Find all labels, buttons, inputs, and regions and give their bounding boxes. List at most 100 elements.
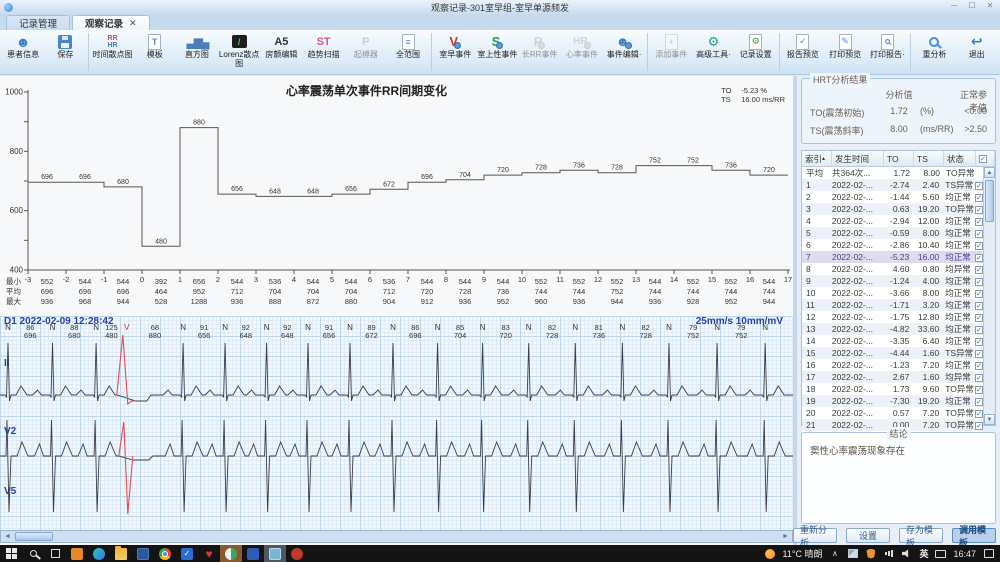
row-checkbox[interactable]: ✓ xyxy=(975,290,983,298)
row-checkbox[interactable]: ✓ xyxy=(975,206,983,214)
row-checkbox[interactable]: ✓ xyxy=(975,218,983,226)
table-row[interactable]: 32022-02-...0.6319.20TO异常✓ xyxy=(802,203,983,215)
save-template-button[interactable]: 存为模板 xyxy=(899,528,943,543)
weather-sun-icon[interactable] xyxy=(765,549,776,559)
table-row[interactable]: 182022-02-...1.739.60TO异常✓ xyxy=(802,383,983,395)
table-row[interactable]: 102022-02-...-3.668.00均正常✓ xyxy=(802,287,983,299)
v-event-button[interactable]: V室早事件 xyxy=(434,32,476,73)
table-row[interactable]: 142022-02-...-3.356.40均正常✓ xyxy=(802,335,983,347)
tab-observe-record[interactable]: 观察记录✕ xyxy=(72,15,150,30)
histogram-button[interactable]: ▃▆▄直方图 xyxy=(176,32,218,73)
table-row[interactable]: 132022-02-...-4.8233.60均正常✓ xyxy=(802,323,983,335)
column-header-0[interactable]: 索引 ▴ xyxy=(802,151,832,166)
table-row[interactable]: 22022-02-...-1.445.60均正常✓ xyxy=(802,191,983,203)
table-row[interactable]: 82022-02-...4.600.80均异常✓ xyxy=(802,263,983,275)
table-row[interactable]: 202022-02-...0.577.20TO异常✓ xyxy=(802,407,983,419)
af-edit-button[interactable]: A5房颤编辑 xyxy=(260,32,302,73)
keyboard-icon[interactable] xyxy=(935,550,946,558)
column-header-3[interactable]: TS xyxy=(914,151,944,166)
tab-record-manage[interactable]: 记录管理 xyxy=(6,15,70,30)
row-checkbox[interactable]: ✓ xyxy=(975,314,983,322)
settings-button[interactable]: 设置 xyxy=(846,528,890,543)
check-app-taskbar-icon[interactable]: ✓ xyxy=(176,545,198,562)
row-checkbox[interactable]: ✓ xyxy=(975,278,983,286)
row-checkbox[interactable]: ✓ xyxy=(975,182,983,190)
row-checkbox[interactable]: ✓ xyxy=(975,386,983,394)
row-checkbox[interactable]: ✓ xyxy=(975,230,983,238)
tab-close-icon[interactable]: ✕ xyxy=(129,18,137,29)
table-row[interactable]: 42022-02-...-2.9412.00均正常✓ xyxy=(802,215,983,227)
file-explorer-taskbar-icon[interactable] xyxy=(110,545,132,562)
table-vertical-scrollbar[interactable]: ▲ ▼ xyxy=(983,167,995,425)
save-button[interactable]: 保存 xyxy=(44,32,86,73)
close-icon[interactable]: ✕ xyxy=(984,1,996,10)
settings-button[interactable]: ⚙记录设置 xyxy=(735,32,777,73)
blue-tile-app-taskbar-icon[interactable] xyxy=(132,545,154,562)
volume-icon[interactable] xyxy=(901,549,912,558)
search-app-taskbar-icon[interactable] xyxy=(66,545,88,562)
ecg-strip[interactable]: D1 2022-02-09 12:28:42 25mm/s 10mm/mV II… xyxy=(0,316,793,530)
maximize-icon[interactable]: ☐ xyxy=(966,1,978,10)
lorenz-button[interactable]: /Lorenz散点图 xyxy=(218,32,260,73)
trend-button[interactable]: ST趋势扫描 xyxy=(302,32,344,73)
table-row[interactable]: 122022-02-...-1.7512.80均正常✓ xyxy=(802,311,983,323)
green-circle-app-taskbar-icon[interactable] xyxy=(220,545,242,562)
scrollbar-thumb[interactable] xyxy=(985,180,994,222)
print-preview-button[interactable]: ✎打印预览 xyxy=(824,32,866,73)
heart-app-taskbar-icon[interactable]: ♥ xyxy=(198,545,220,562)
reanalyze-button[interactable]: 重新分析 xyxy=(793,528,837,543)
table-row[interactable]: 112022-02-...-1.713.20均正常✓ xyxy=(802,299,983,311)
row-checkbox[interactable]: ✓ xyxy=(975,350,983,358)
load-template-button[interactable]: 调用模板 xyxy=(952,528,996,543)
clock[interactable]: 16:47 xyxy=(953,549,976,559)
reanalyze-button[interactable]: 重分析 xyxy=(913,32,955,73)
s-event-button[interactable]: S室上性事件 xyxy=(476,32,518,73)
row-checkbox[interactable]: ✓ xyxy=(975,338,983,346)
row-checkbox[interactable]: ✓ xyxy=(975,422,983,430)
edge-taskbar-icon[interactable] xyxy=(88,545,110,562)
ime-indicator[interactable]: 英 xyxy=(919,547,928,560)
scroll-left-icon[interactable]: ◄ xyxy=(1,531,14,542)
template-button[interactable]: T模板 xyxy=(134,32,176,73)
table-row[interactable]: 62022-02-...-2.8610.40均正常✓ xyxy=(802,239,983,251)
scroll-up-icon[interactable]: ▲ xyxy=(984,167,995,178)
network-icon[interactable] xyxy=(883,550,894,557)
remote-desktop-app-taskbar-icon[interactable] xyxy=(264,545,286,562)
table-row[interactable]: 152022-02-...-4.441.60TS异常✓ xyxy=(802,347,983,359)
scroll-down-icon[interactable]: ▼ xyxy=(984,414,995,425)
exit-button[interactable]: ↩退出 xyxy=(956,32,998,73)
report-preview-button[interactable]: ✓报告预览 xyxy=(782,32,824,73)
row-checkbox[interactable]: ✓ xyxy=(975,302,983,310)
task-view-button[interactable] xyxy=(44,545,66,562)
table-row[interactable]: 52022-02-...-0.598.00均正常✓ xyxy=(802,227,983,239)
scrollbar-thumb[interactable] xyxy=(15,532,53,541)
row-checkbox[interactable]: ✓ xyxy=(975,398,983,406)
rrhr-button[interactable]: RRHR时间散点图 xyxy=(91,32,133,73)
table-row[interactable]: 92022-02-...-1.244.00均正常✓ xyxy=(802,275,983,287)
event-edit-button[interactable]: ☻事件编辑· xyxy=(603,32,645,73)
column-header-2[interactable]: TO xyxy=(884,151,914,166)
notification-icon[interactable] xyxy=(983,549,994,558)
weather-widget[interactable]: 11°C 晴朗 xyxy=(783,547,823,560)
chrome-taskbar-icon[interactable] xyxy=(154,545,176,562)
tools-button[interactable]: ⚙高级工具· xyxy=(692,32,734,73)
patient-button[interactable]: ☻患者信息 xyxy=(2,32,44,73)
table-row[interactable]: 172022-02-...2.671.60均异常✓ xyxy=(802,371,983,383)
row-checkbox[interactable]: ✓ xyxy=(975,326,983,334)
table-row-average[interactable]: 平均共364次...1.728.00TO异常 xyxy=(802,167,983,179)
print-report-button[interactable]: 打印报告· xyxy=(866,32,908,73)
row-checkbox[interactable]: ✓ xyxy=(975,374,983,382)
row-checkbox[interactable]: ✓ xyxy=(975,194,983,202)
row-checkbox[interactable]: ✓ xyxy=(975,242,983,250)
row-checkbox[interactable]: ✓ xyxy=(975,254,983,262)
row-checkbox[interactable]: ✓ xyxy=(975,410,983,418)
navy-tile-app-taskbar-icon[interactable] xyxy=(242,545,264,562)
row-checkbox[interactable]: ✓ xyxy=(975,266,983,274)
red-app-taskbar-icon[interactable] xyxy=(286,545,308,562)
chevron-up-icon[interactable]: ∧ xyxy=(829,549,840,558)
table-row[interactable]: 72022-02-...-5.2316.00均正常✓ xyxy=(802,251,983,263)
row-checkbox[interactable]: ✓ xyxy=(975,362,983,370)
table-row[interactable]: 192022-02-...-7.3019.20均正常✓ xyxy=(802,395,983,407)
column-header-1[interactable]: 发生时间 xyxy=(832,151,884,166)
fullrange-button[interactable]: ≡全范围 xyxy=(387,32,429,73)
